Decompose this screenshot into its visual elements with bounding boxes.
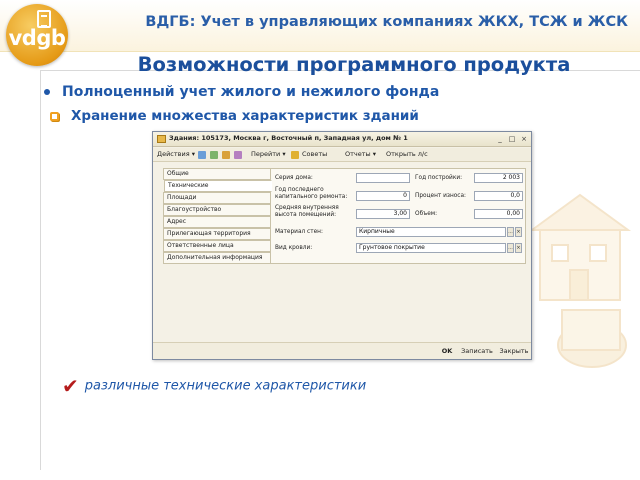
actions-menu[interactable]: Действия ▾ [157,150,195,158]
open-account-button[interactable]: Открыть л/с [386,150,428,158]
save-icon[interactable] [198,151,206,159]
refresh-icon[interactable] [210,151,218,159]
logo-text: vdgb [8,26,66,50]
close-button[interactable]: Закрыть [497,346,531,357]
series-label: Серия дома: [275,175,313,181]
checkmark-icon: ✔ [62,374,79,398]
actions-menu-label: Действия [157,150,190,158]
window-title: Здания: 105173, Москва г, Восточный п, З… [169,134,408,142]
window-toolbar: Действия ▾ Перейти ▾ Советы Отчеты ▾ Отк… [153,148,531,162]
tab-address[interactable]: Адрес [163,216,271,228]
clear-icon[interactable]: × [515,227,522,237]
advice-button[interactable]: Советы [302,150,327,158]
wear-label: Процент износа: [415,193,466,199]
year-built-field[interactable]: 2 003 [474,173,523,183]
reports-menu-label: Отчеты [345,150,371,158]
wall-material-field[interactable]: Кирпичные [356,227,506,237]
avg-height-label: Средняя внутренняя высота помещений: [275,205,339,218]
goto-menu[interactable]: Перейти ▾ [251,150,286,158]
window-button-bar: OK Записать Закрыть [153,342,531,359]
check-item-text: различные технические характеристики [84,378,367,394]
window-titlebar: Здания: 105173, Москва г, Восточный п, З… [153,132,531,147]
bullet-main-text: Полноценный учет жилого и нежилого фонда [62,84,440,100]
minimize-icon[interactable]: _ [495,134,505,144]
year-built-label: Год постройки: [415,175,463,181]
frame-divider-vertical [40,70,41,470]
series-field[interactable] [356,173,410,183]
slide-title: Возможности программного продукта [137,53,571,76]
house-decoration [528,193,632,368]
check-item: ✔ различные технические характеристики [62,374,366,398]
avg-height-field[interactable]: 3,00 [356,209,410,219]
save-button[interactable]: Записать [459,346,495,357]
roof-type-field[interactable]: Грунтовое покрытие [356,243,506,253]
vdgb-logo: vdgb [6,4,68,66]
find-icon[interactable] [222,151,230,159]
bullet-main: Полноценный учет жилого и нежилого фонда [44,84,439,100]
tab-additional-info[interactable]: Дополнительная информация [163,252,271,264]
maximize-icon[interactable]: □ [507,134,517,144]
clear-icon[interactable]: × [515,243,522,253]
tab-technical[interactable]: Технические [164,180,272,192]
tab-areas[interactable]: Площади [163,192,271,204]
ellipsis-icon[interactable]: ... [507,243,514,253]
advice-icon [291,151,299,159]
roof-type-label: Вид кровли: [275,245,313,251]
close-icon[interactable]: × [519,134,529,144]
reports-menu[interactable]: Отчеты ▾ [345,150,376,158]
ok-button[interactable]: OK [437,346,457,357]
bullet-dot-icon [44,89,50,95]
tab-adjacent-territory[interactable]: Прилегающая территория [163,228,271,240]
volume-label: Объем: [415,211,438,217]
tab-list: Общие Технические Площади Благоустройств… [163,168,272,272]
volume-field[interactable]: 0,00 [474,209,523,219]
wear-field[interactable]: 0,0 [474,191,523,201]
window-icon [157,135,166,143]
ellipsis-icon[interactable]: ... [507,227,514,237]
buildings-window: Здания: 105173, Москва г, Восточный п, З… [152,131,532,360]
tab-general[interactable]: Общие [163,168,271,180]
bullet-sub-text: Хранение множества характеристик зданий [71,108,419,124]
history-icon[interactable] [234,151,242,159]
tab-amenities[interactable]: Благоустройство [163,204,271,216]
checkbox-bullet-icon [50,111,59,121]
header-title: ВДГБ: Учет в управляющих компаниях ЖКХ, … [145,14,628,30]
last-repair-label: Год последнего капитального ремонта: [275,187,348,200]
last-repair-field[interactable]: 0 [356,191,410,201]
wall-material-label: Материал стен: [275,229,323,235]
technical-panel: Серия дома: Год постройки: 2 003 Год пос… [270,168,526,264]
goto-menu-label: Перейти [251,150,281,158]
bullet-sub: Хранение множества характеристик зданий [50,108,419,124]
tab-responsible-persons[interactable]: Ответственные лица [163,240,271,252]
